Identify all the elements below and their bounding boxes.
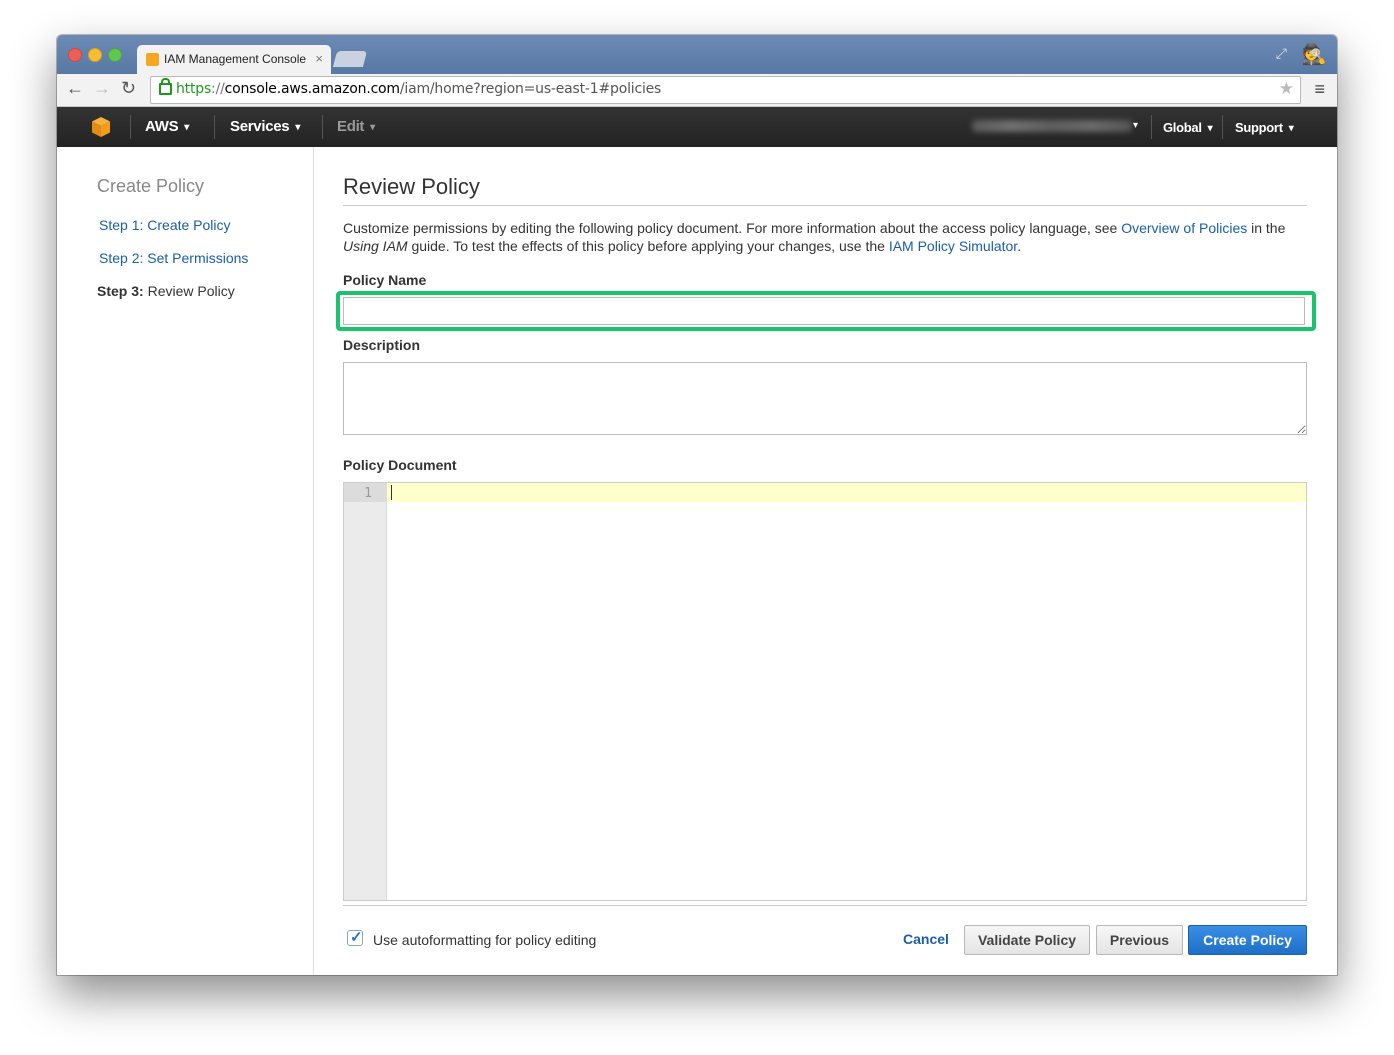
aws-cube-logo-icon[interactable] <box>91 116 111 138</box>
zoom-window-button[interactable] <box>108 48 122 62</box>
editor-active-line <box>344 483 1306 502</box>
iam-policy-simulator-link[interactable]: IAM Policy Simulator <box>889 238 1017 254</box>
validate-policy-button[interactable]: Validate Policy <box>964 925 1090 955</box>
forward-arrow-icon[interactable]: → <box>93 78 111 99</box>
divider <box>343 205 1307 206</box>
sidebar-step-1-link[interactable]: Step 1: Create Policy <box>99 217 231 233</box>
tab-strip: IAM Management Console × ⤢ 🕵 <box>57 35 1337 74</box>
aws-nav-bar: AWS ▾ Services ▾ Edit ▾ ▾ Global ▾ Support ▾ <box>57 107 1337 147</box>
aws-menu[interactable]: AWS ▾ <box>145 118 189 135</box>
chevron-down-icon[interactable]: ▾ <box>1133 120 1138 131</box>
aws-favicon-icon <box>146 53 159 66</box>
tab-title: IAM Management Console <box>164 52 307 66</box>
main-content: Review Policy Customize permissions by e… <box>336 147 1316 975</box>
autoformat-label: Use autoformatting for policy editing <box>373 932 597 948</box>
incognito-icon: 🕵 <box>1301 44 1327 66</box>
divider <box>343 905 1307 906</box>
bookmark-star-icon[interactable]: ★ <box>1279 79 1294 99</box>
cancel-button[interactable]: Cancel <box>903 931 949 947</box>
browser-window: IAM Management Console × ⤢ 🕵 ← → ↻ https… <box>57 35 1337 975</box>
sidebar-title: Create Policy <box>97 176 205 196</box>
reload-icon[interactable]: ↻ <box>121 78 136 99</box>
nav-divider <box>322 115 323 139</box>
close-window-button[interactable] <box>68 48 82 62</box>
browser-tab[interactable]: IAM Management Console × <box>137 45 331 74</box>
url-text: https://console.aws.amazon.com/iam/home?… <box>176 81 662 97</box>
new-tab-button[interactable] <box>332 51 368 67</box>
policy-name-label: Policy Name <box>343 272 427 288</box>
description-label: Description <box>343 337 421 353</box>
back-arrow-icon[interactable]: ← <box>66 78 84 99</box>
browser-toolbar: ← → ↻ https://console.aws.amazon.com/iam… <box>57 74 1337 107</box>
policy-name-input[interactable] <box>343 297 1305 325</box>
tab-close-icon[interactable]: × <box>315 51 323 66</box>
wizard-sidebar: Create Policy Step 1: Create Policy Step… <box>57 147 314 975</box>
overview-of-policies-link[interactable]: Overview of Policies <box>1121 220 1247 236</box>
address-bar[interactable]: https://console.aws.amazon.com/iam/home?… <box>150 76 1301 104</box>
checkmark-icon: ✓ <box>350 929 363 946</box>
fullscreen-icon[interactable]: ⤢ <box>1276 45 1287 62</box>
support-menu[interactable]: Support ▾ <box>1235 120 1294 135</box>
global-menu[interactable]: Global ▾ <box>1163 120 1213 135</box>
browser-menu-icon[interactable]: ≡ <box>1314 79 1325 100</box>
nav-divider <box>130 115 131 139</box>
sidebar-step-3-current: Step 3: Review Policy <box>97 283 235 299</box>
text-cursor <box>391 485 392 500</box>
edit-menu[interactable]: Edit ▾ <box>337 118 375 135</box>
policy-document-editor[interactable]: 1 <box>343 482 1307 901</box>
policy-document-label: Policy Document <box>343 457 457 473</box>
minimize-window-button[interactable] <box>88 48 102 62</box>
create-policy-button[interactable]: Create Policy <box>1188 925 1307 955</box>
previous-button[interactable]: Previous <box>1096 925 1183 955</box>
sidebar-step-2-link[interactable]: Step 2: Set Permissions <box>99 250 248 266</box>
account-name-redacted[interactable] <box>972 120 1132 132</box>
nav-divider <box>1151 115 1152 139</box>
nav-divider <box>214 115 215 139</box>
description-text: Customize permissions by editing the fol… <box>343 220 1286 254</box>
line-number: 1 <box>364 486 372 501</box>
page-title: Review Policy <box>343 174 480 199</box>
description-textarea[interactable] <box>343 362 1307 435</box>
autoformat-checkbox[interactable]: ✓ <box>347 929 363 946</box>
services-menu[interactable]: Services ▾ <box>230 118 300 135</box>
editor-gutter: 1 <box>344 483 387 900</box>
nav-divider <box>1222 115 1223 139</box>
lock-icon <box>159 78 172 95</box>
